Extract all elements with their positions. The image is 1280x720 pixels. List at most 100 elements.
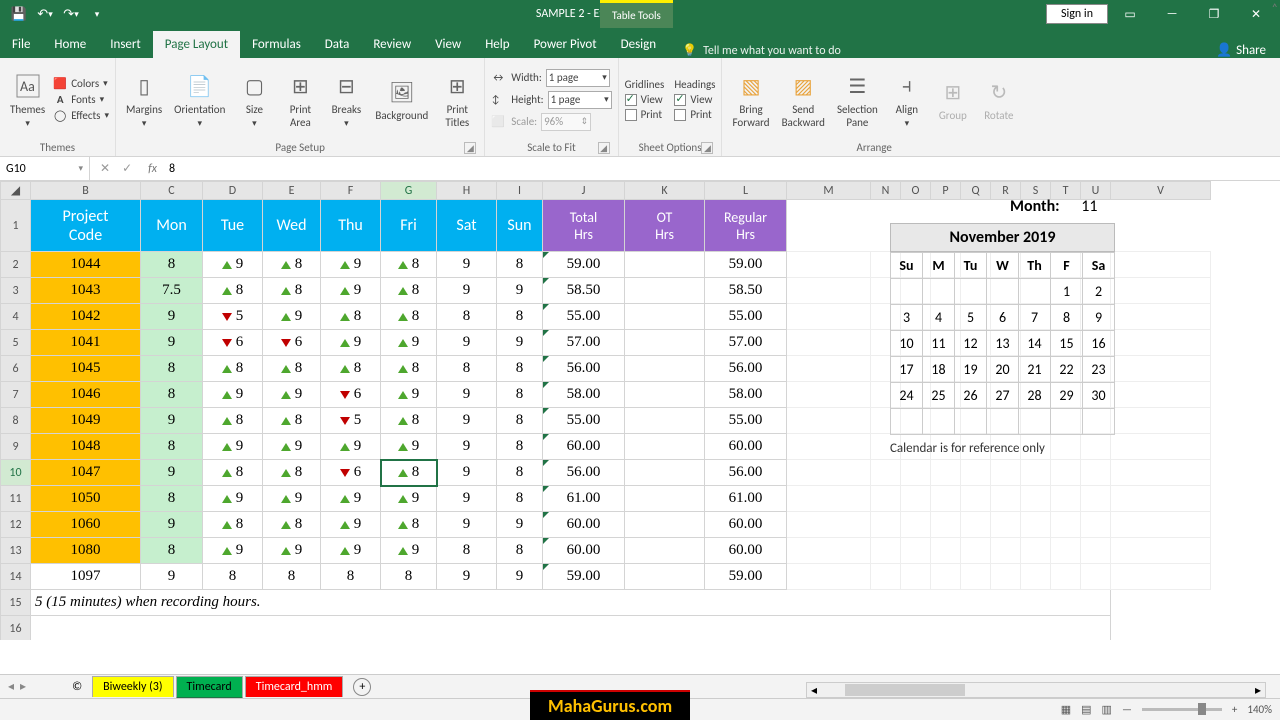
cell-data[interactable]: 9 — [437, 252, 497, 278]
cell-ot[interactable] — [625, 486, 705, 512]
cell-data[interactable]: 9 — [321, 330, 381, 356]
qat-customize-icon[interactable]: ▾ — [86, 3, 108, 25]
maximize-icon[interactable]: ❐ — [1194, 0, 1234, 28]
signin-button[interactable]: Sign in — [1046, 4, 1108, 24]
row-header-15[interactable]: 15 — [1, 590, 31, 616]
colors-button[interactable]: 🟥Colors ▾ — [53, 77, 109, 91]
row-header-2[interactable]: 2 — [1, 252, 31, 278]
cell-mon[interactable]: 9 — [141, 460, 203, 486]
cell-data[interactable]: 8 — [381, 356, 437, 382]
ribbon-tab-file[interactable]: File — [0, 31, 42, 58]
ribbon-tab-design[interactable]: Design — [609, 31, 668, 58]
name-box[interactable]: G10▾ — [0, 157, 90, 180]
row-header-1[interactable]: 1 — [1, 200, 31, 252]
column-header-G[interactable]: G — [381, 182, 437, 200]
cell-project[interactable]: 1041 — [31, 330, 141, 356]
print-area-button[interactable]: ⊞Print Area — [279, 68, 321, 130]
normal-view-icon[interactable]: ▦ — [1061, 703, 1071, 716]
row-header-5[interactable]: 5 — [1, 330, 31, 356]
cell-data[interactable]: 9 — [497, 278, 543, 304]
cell-data[interactable]: 8 — [203, 408, 263, 434]
cell-data[interactable]: 8 — [381, 460, 437, 486]
cell-data[interactable]: 9 — [203, 486, 263, 512]
cell-regular[interactable]: 60.00 — [705, 538, 787, 564]
cell-data[interactable]: 8 — [321, 564, 381, 590]
cell-data[interactable]: 8 — [203, 512, 263, 538]
ribbon-tab-power-pivot[interactable]: Power Pivot — [522, 31, 609, 58]
fonts-button[interactable]: AFonts ▾ — [53, 93, 109, 107]
cell-total[interactable]: 59.00 — [543, 564, 625, 590]
cell-total[interactable]: 58.50 — [543, 278, 625, 304]
cell-mon[interactable]: 9 — [141, 512, 203, 538]
collapse-ribbon-icon[interactable]: ˄ — [1272, 2, 1278, 16]
cell-ot[interactable] — [625, 538, 705, 564]
column-header-B[interactable]: B — [31, 182, 141, 200]
cell-data[interactable]: 8 — [381, 408, 437, 434]
page-setup-launcher[interactable]: ◢ — [464, 142, 476, 154]
headings-print-checkbox[interactable]: Print — [674, 108, 715, 121]
cell-mon[interactable]: 8 — [141, 382, 203, 408]
column-header-V[interactable]: V — [1111, 182, 1211, 200]
undo-icon[interactable]: ↶▾ — [34, 3, 56, 25]
cell-total[interactable]: 55.00 — [543, 408, 625, 434]
cell-project[interactable]: 1046 — [31, 382, 141, 408]
close-icon[interactable]: ✕ — [1236, 0, 1276, 28]
row-header-13[interactable]: 13 — [1, 538, 31, 564]
cell-data[interactable]: 8 — [497, 434, 543, 460]
ribbon-mode-icon[interactable]: ▭ — [1110, 0, 1150, 28]
cell-data[interactable]: 9 — [437, 330, 497, 356]
ribbon-tab-view[interactable]: View — [423, 31, 473, 58]
copyright-tab[interactable]: © — [64, 680, 90, 694]
sheet-launcher[interactable]: ◢ — [701, 142, 713, 154]
cell-data[interactable]: 8 — [203, 356, 263, 382]
cell-data[interactable]: 9 — [321, 278, 381, 304]
cell-data[interactable]: 8 — [497, 538, 543, 564]
sheet-nav-last-icon[interactable]: ▸ — [20, 679, 26, 694]
cell-ot[interactable] — [625, 252, 705, 278]
column-header-J[interactable]: J — [543, 182, 625, 200]
cell-data[interactable]: 9 — [381, 382, 437, 408]
cell-project[interactable]: 1048 — [31, 434, 141, 460]
cell-mon[interactable]: 8 — [141, 434, 203, 460]
cell-ot[interactable] — [625, 408, 705, 434]
cell-regular[interactable]: 59.00 — [705, 252, 787, 278]
cell-data[interactable]: 8 — [203, 564, 263, 590]
cell-data[interactable]: 8 — [437, 356, 497, 382]
cancel-formula-icon[interactable]: ✕ — [100, 161, 110, 176]
cell-data[interactable]: 9 — [321, 486, 381, 512]
cell-data[interactable]: 8 — [497, 408, 543, 434]
scale-launcher[interactable]: ◢ — [598, 142, 610, 154]
cell-data[interactable]: 9 — [263, 304, 321, 330]
row-header-7[interactable]: 7 — [1, 382, 31, 408]
cell-total[interactable]: 56.00 — [543, 356, 625, 382]
cell-project[interactable]: 1097 — [31, 564, 141, 590]
selection-pane-button[interactable]: ☰Selection Pane — [833, 68, 882, 130]
cell-data[interactable]: 9 — [381, 486, 437, 512]
row-header-14[interactable]: 14 — [1, 564, 31, 590]
cell-data[interactable]: 8 — [381, 512, 437, 538]
cell-data[interactable]: 9 — [437, 460, 497, 486]
cell-data[interactable]: 9 — [263, 382, 321, 408]
cell-data[interactable]: 9 — [381, 330, 437, 356]
formula-input[interactable]: 8 — [163, 162, 181, 176]
cell-data[interactable]: 8 — [437, 538, 497, 564]
cell-project[interactable]: 1049 — [31, 408, 141, 434]
ribbon-tab-home[interactable]: Home — [42, 31, 98, 58]
cell-data[interactable]: 8 — [381, 564, 437, 590]
cell-project[interactable]: 1043 — [31, 278, 141, 304]
column-header-O[interactable]: O — [901, 182, 931, 200]
cell-data[interactable]: 8 — [203, 278, 263, 304]
width-select[interactable]: ↔Width:1 page▾ — [491, 69, 611, 87]
cell-regular[interactable]: 61.00 — [705, 486, 787, 512]
cell-total[interactable]: 55.00 — [543, 304, 625, 330]
row-header-10[interactable]: 10 — [1, 460, 31, 486]
cell-project[interactable]: 1050 — [31, 486, 141, 512]
page-break-view-icon[interactable]: ▥ — [1102, 703, 1112, 716]
column-header-C[interactable]: C — [141, 182, 203, 200]
print-titles-button[interactable]: ⊞Print Titles — [436, 68, 478, 130]
cell-total[interactable]: 59.00 — [543, 252, 625, 278]
cell-regular[interactable]: 56.00 — [705, 356, 787, 382]
cell-data[interactable]: 9 — [203, 382, 263, 408]
cell-mon[interactable]: 7.5 — [141, 278, 203, 304]
minimize-icon[interactable]: — — [1152, 0, 1192, 28]
